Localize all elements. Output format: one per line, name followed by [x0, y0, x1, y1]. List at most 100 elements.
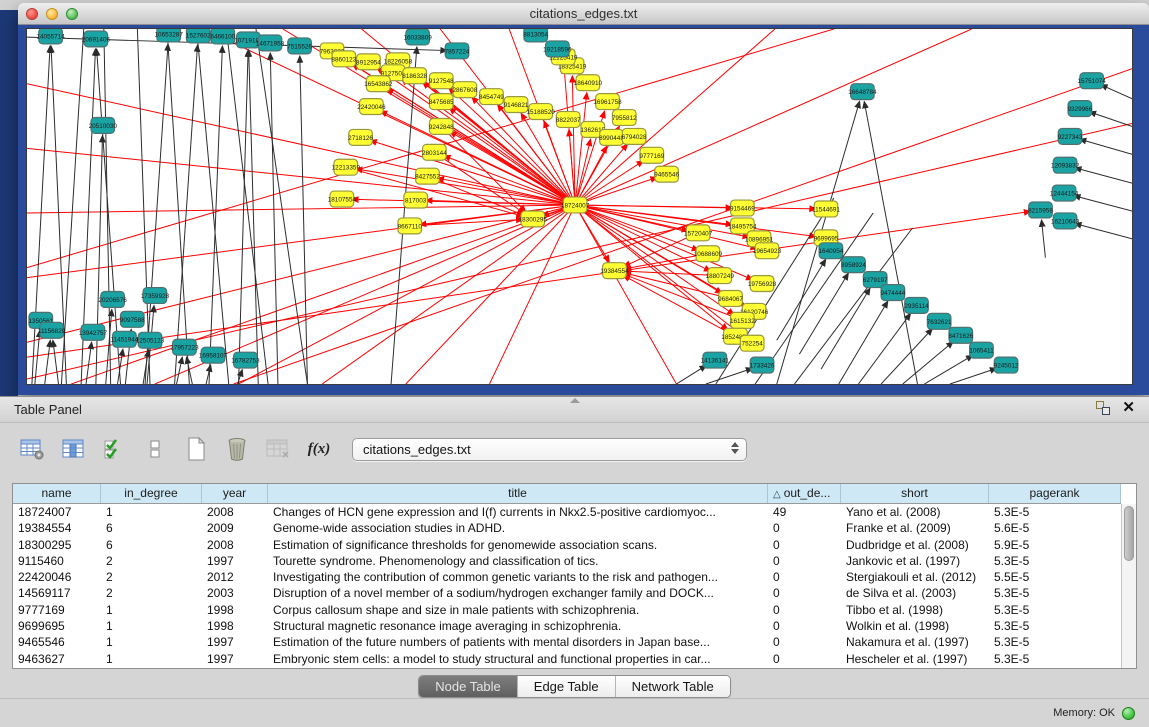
- graph-edge[interactable]: [777, 259, 826, 340]
- graph-node[interactable]: 17359928: [141, 288, 170, 304]
- select-rows-icon[interactable]: [100, 435, 128, 463]
- close-panel-icon[interactable]: ✕: [1122, 401, 1135, 415]
- graph-node[interactable]: 8822037: [556, 112, 581, 128]
- graph-edge[interactable]: [206, 365, 211, 384]
- graph-node[interactable]: 9146821: [504, 97, 529, 113]
- graph-edge[interactable]: [406, 205, 575, 384]
- graph-node[interactable]: 1527602: [186, 29, 211, 43]
- graph-node[interactable]: 1733426: [750, 357, 775, 373]
- new-table-icon[interactable]: [182, 435, 210, 463]
- tab-node-table[interactable]: Node Table: [419, 676, 518, 697]
- graph-node[interactable]: 8471626: [948, 327, 973, 343]
- graph-node[interactable]: 18640910: [574, 75, 603, 91]
- tab-network-table[interactable]: Network Table: [616, 676, 730, 697]
- scrollbar-thumb[interactable]: [1124, 506, 1134, 561]
- graph-edge[interactable]: [137, 29, 150, 384]
- graph-edge[interactable]: [575, 205, 728, 330]
- graph-edge[interactable]: [234, 69, 1132, 384]
- graph-node[interactable]: 16543862: [364, 76, 393, 92]
- graph-node[interactable]: 817003: [404, 192, 428, 208]
- graph-edge[interactable]: [27, 205, 575, 213]
- graph-node[interactable]: 8912954: [356, 54, 381, 70]
- graph-edge[interactable]: [950, 368, 997, 384]
- graph-node[interactable]: 8215958: [1028, 202, 1053, 218]
- graph-node[interactable]: 12093832: [1051, 157, 1080, 173]
- graph-node[interactable]: 16648784: [848, 84, 877, 100]
- graph-edge[interactable]: [391, 47, 417, 384]
- graph-node[interactable]: 20206576: [98, 292, 127, 308]
- column-header-pagerank[interactable]: pagerank: [989, 484, 1121, 503]
- graph-node[interactable]: 12505123: [136, 332, 165, 348]
- graph-node[interactable]: 7632621: [927, 313, 952, 329]
- graph-node[interactable]: 18807249: [706, 268, 735, 284]
- minimize-button[interactable]: [46, 8, 58, 20]
- graph-edge[interactable]: [839, 301, 888, 384]
- graph-node[interactable]: 7955812: [612, 110, 637, 126]
- graph-node[interactable]: 9154469: [730, 200, 755, 216]
- show-columns-icon[interactable]: [59, 435, 87, 463]
- graph-edge[interactable]: [489, 205, 575, 384]
- graph-node[interactable]: 22420046: [357, 99, 386, 115]
- graph-node[interactable]: 8958924: [841, 257, 866, 273]
- graph-node[interactable]: 752254: [740, 335, 764, 351]
- table-row[interactable]: 1938455462009Genome-wide association stu…: [13, 520, 1121, 536]
- function-builder-icon[interactable]: f(x): [305, 435, 333, 463]
- graph-node[interactable]: 8427552: [415, 168, 440, 184]
- graph-node[interactable]: 2718126: [348, 129, 373, 145]
- graph-edge[interactable]: [881, 329, 932, 384]
- graph-node[interactable]: 9465546: [654, 166, 679, 182]
- graph-node[interactable]: 1065411: [969, 342, 994, 358]
- graph-node[interactable]: 16210643: [1051, 213, 1080, 229]
- graph-edge[interactable]: [623, 275, 735, 336]
- graph-node[interactable]: 14671958: [256, 35, 285, 51]
- table-selector-dropdown[interactable]: citations_edges.txt: [352, 438, 747, 461]
- graph-node[interactable]: 16033809: [403, 29, 432, 45]
- column-header-short[interactable]: short: [841, 484, 989, 503]
- network-svg[interactable]: 1872400779638228860123891295418226058912…: [27, 29, 1132, 384]
- graph-node[interactable]: 8667110: [398, 218, 423, 234]
- graph-edge[interactable]: [209, 46, 222, 384]
- graph-node[interactable]: 9777169: [639, 147, 664, 163]
- graph-node[interactable]: 19218596: [543, 41, 572, 57]
- table-row[interactable]: 946362711997Embryonic stem cells: a mode…: [13, 651, 1121, 667]
- graph-edge[interactable]: [249, 50, 259, 384]
- table-row[interactable]: 946554611997Estimation of the future num…: [13, 634, 1121, 650]
- graph-node[interactable]: 2935114: [904, 297, 929, 313]
- graph-node[interactable]: 18107554: [328, 191, 357, 207]
- table-row[interactable]: 977716911998Corpus callosum shape and si…: [13, 602, 1121, 618]
- graph-node[interactable]: 8186328: [402, 68, 427, 84]
- graph-node[interactable]: 9474444: [880, 285, 905, 301]
- graph-edge[interactable]: [1074, 196, 1132, 211]
- graph-edge[interactable]: [799, 273, 848, 354]
- graph-edge[interactable]: [575, 139, 590, 205]
- graph-node[interactable]: 7857224: [445, 43, 470, 59]
- delete-table-icon[interactable]: [223, 435, 251, 463]
- graph-node[interactable]: 1640954: [818, 243, 843, 259]
- graph-edge[interactable]: [27, 205, 575, 278]
- graph-edge[interactable]: [255, 29, 307, 384]
- graph-edge[interactable]: [794, 228, 912, 384]
- graph-edge[interactable]: [858, 313, 910, 384]
- graph-node[interactable]: 9097588: [120, 311, 145, 327]
- graph-node[interactable]: 15751074: [1077, 73, 1106, 89]
- column-header-name[interactable]: name: [13, 484, 101, 503]
- close-button[interactable]: [26, 8, 38, 20]
- graph-node[interactable]: 15720407: [684, 225, 713, 241]
- graph-node[interactable]: 2803144: [422, 144, 447, 160]
- graph-edge[interactable]: [864, 101, 917, 384]
- table-row[interactable]: 911546021997Tourette syndrome. Phenomeno…: [13, 553, 1121, 569]
- graph-node[interactable]: 11156829: [38, 322, 66, 338]
- graph-node[interactable]: 18724007: [561, 197, 590, 213]
- graph-edge[interactable]: [1089, 112, 1132, 127]
- graph-node[interactable]: 19756928: [748, 276, 777, 292]
- graph-node[interactable]: 10688609: [694, 246, 723, 262]
- graph-node[interactable]: 12444154: [1050, 185, 1079, 201]
- column-header-year[interactable]: year: [202, 484, 268, 503]
- column-header-out_de[interactable]: △out_de...: [768, 484, 841, 503]
- graph-node[interactable]: 13942757: [79, 324, 108, 340]
- graph-edge[interactable]: [1079, 139, 1132, 154]
- graph-edge[interactable]: [300, 56, 308, 384]
- graph-node[interactable]: 8813054: [523, 29, 548, 42]
- graph-edge[interactable]: [575, 205, 816, 209]
- graph-node[interactable]: 1615132: [730, 312, 755, 328]
